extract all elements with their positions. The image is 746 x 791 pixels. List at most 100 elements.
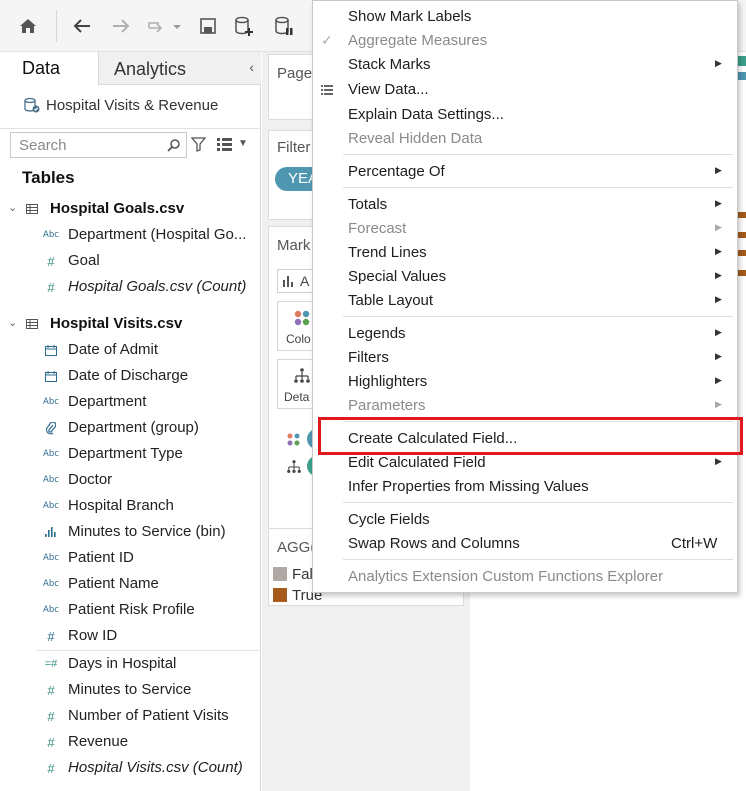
field-row[interactable]: Abc Patient ID: [0, 545, 261, 571]
legend-swatch[interactable]: [273, 567, 287, 581]
field-row[interactable]: Abc Department (Hospital Go...: [0, 222, 261, 248]
legend-label: Fal: [292, 566, 313, 583]
field-row[interactable]: Minutes to Service (bin): [0, 519, 261, 545]
menu-item-analytics-extension-explorer[interactable]: Analytics Extension Custom Functions Exp…: [313, 565, 737, 589]
field-row[interactable]: # Hospital Goals.csv (Count): [0, 274, 261, 300]
tab-analytics[interactable]: Analytics ‹: [98, 52, 261, 85]
mark-type-label: A: [300, 273, 310, 289]
string-type-icon: Abc: [43, 230, 59, 240]
menu-item-highlighters[interactable]: Highlighters ▶: [313, 370, 737, 394]
menu-item-table-layout[interactable]: Table Layout ▶: [313, 289, 737, 313]
menu-item-swap-rows-columns[interactable]: Swap Rows and Columns Ctrl+W: [313, 532, 737, 556]
field-name: Number of Patient Visits: [68, 707, 229, 724]
field-name: Date of Discharge: [68, 367, 189, 384]
expand-chevron-icon[interactable]: ⌄: [8, 201, 17, 214]
menu-item-trend-lines[interactable]: Trend Lines ▶: [313, 241, 737, 265]
field-row[interactable]: Abc Doctor: [0, 467, 261, 493]
datasource-item[interactable]: Hospital Visits & Revenue: [24, 94, 218, 116]
field-row[interactable]: =# Days in Hospital: [0, 651, 261, 677]
field-row[interactable]: # Hospital Visits.csv (Count): [0, 755, 261, 781]
menu-item-legends[interactable]: Legends ▶: [313, 322, 737, 346]
field-row[interactable]: Date of Admit: [0, 337, 261, 363]
home-icon[interactable]: [10, 8, 46, 44]
menu-item-aggregate-measures[interactable]: ✓ Aggregate Measures: [313, 29, 737, 53]
menu-item-cycle-fields[interactable]: Cycle Fields: [313, 508, 737, 532]
field-name: Row ID: [68, 627, 118, 644]
pages-shelf-title: Page: [277, 65, 313, 82]
new-datasource-icon[interactable]: [226, 8, 262, 44]
back-arrow-icon[interactable]: [64, 8, 100, 44]
menu-item-label: Percentage Of: [348, 163, 445, 180]
field-row[interactable]: # Revenue: [0, 729, 261, 755]
field-row[interactable]: # Number of Patient Visits: [0, 703, 261, 729]
field-row[interactable]: Department (group): [0, 415, 261, 441]
field-row[interactable]: # Minutes to Service: [0, 677, 261, 703]
field-name: Hospital Branch: [68, 497, 174, 514]
menu-item-forecast[interactable]: Forecast ▶: [313, 217, 737, 241]
table-hospital-visits[interactable]: ⌄ Hospital Visits.csv: [0, 311, 261, 337]
menu-item-explain-data-settings[interactable]: Explain Data Settings...: [313, 103, 737, 127]
field-row[interactable]: Abc Patient Name: [0, 571, 261, 597]
bar-chart-icon: [283, 276, 293, 287]
chevron-down-icon[interactable]: ▼: [238, 138, 248, 149]
table-name: Hospital Visits.csv: [50, 315, 183, 332]
menu-item-label: Forecast: [348, 220, 407, 237]
redo-icon[interactable]: [140, 8, 188, 44]
menu-item-label: Parameters: [348, 397, 426, 414]
menu-item-filters[interactable]: Filters ▶: [313, 346, 737, 370]
forward-arrow-icon[interactable]: [103, 8, 139, 44]
pane-tabs: Data Analytics ‹: [0, 52, 261, 85]
field-row[interactable]: Abc Patient Risk Profile: [0, 597, 261, 623]
filter-icon[interactable]: [191, 137, 206, 152]
string-type-icon: Abc: [43, 579, 59, 589]
calendar-icon: [40, 341, 62, 359]
field-row[interactable]: Date of Discharge: [0, 363, 261, 389]
legend-swatch[interactable]: [273, 588, 287, 602]
datasource-pause-icon[interactable]: [266, 8, 302, 44]
detail-hierarchy-icon: [287, 460, 301, 473]
menu-item-infer-properties[interactable]: Infer Properties from Missing Values: [313, 475, 737, 499]
submenu-arrow-icon: ▶: [715, 198, 722, 208]
menu-item-view-data[interactable]: View Data...: [313, 78, 737, 102]
menu-item-percentage-of[interactable]: Percentage Of ▶: [313, 160, 737, 184]
datasource-name: Hospital Visits & Revenue: [46, 96, 219, 114]
submenu-arrow-icon: ▶: [715, 58, 722, 68]
save-icon[interactable]: [190, 8, 226, 44]
field-row[interactable]: # Row ID: [0, 623, 261, 649]
color-button-label: Colo: [286, 332, 311, 346]
table-name: Hospital Goals.csv: [50, 200, 185, 217]
submenu-arrow-icon: ▶: [715, 270, 722, 280]
table-hospital-goals[interactable]: ⌄ Hospital Goals.csv: [0, 196, 261, 222]
field-row[interactable]: Abc Department: [0, 389, 261, 415]
menu-item-label: Analytics Extension Custom Functions Exp…: [348, 568, 664, 585]
menu-item-label: View Data...: [348, 81, 429, 98]
collapse-pane-icon[interactable]: ‹: [249, 59, 254, 75]
field-name: Patient ID: [68, 549, 134, 566]
menu-item-totals[interactable]: Totals ▶: [313, 193, 737, 217]
field-row[interactable]: # Goal: [0, 248, 261, 274]
search-input[interactable]: Search: [10, 132, 187, 158]
menu-item-stack-marks[interactable]: Stack Marks ▶: [313, 53, 737, 77]
field-name: Patient Name: [68, 575, 159, 592]
expand-chevron-icon[interactable]: ⌄: [8, 316, 17, 329]
submenu-arrow-icon: ▶: [715, 351, 722, 361]
string-type-icon: Abc: [43, 605, 59, 615]
menu-item-label: Table Layout: [348, 292, 434, 309]
submenu-arrow-icon: ▶: [715, 165, 722, 175]
table-icon: [26, 319, 38, 329]
view-list-icon[interactable]: [217, 138, 232, 151]
calculated-number-icon: =#: [44, 658, 58, 670]
view-data-icon: [321, 85, 333, 95]
menu-item-label: Edit Calculated Field: [348, 454, 486, 471]
menu-item-show-mark-labels[interactable]: Show Mark Labels: [313, 5, 737, 29]
field-row[interactable]: Abc Hospital Branch: [0, 493, 261, 519]
menu-item-reveal-hidden-data[interactable]: Reveal Hidden Data: [313, 127, 737, 151]
field-name: Goal: [68, 252, 100, 269]
color-palette-icon: [294, 310, 310, 326]
tab-data[interactable]: Data: [0, 52, 98, 85]
menu-item-label: Reveal Hidden Data: [348, 130, 483, 147]
field-row[interactable]: Abc Department Type: [0, 441, 261, 467]
menu-item-label: Cycle Fields: [348, 511, 430, 528]
menu-item-special-values[interactable]: Special Values ▶: [313, 265, 737, 289]
menu-item-parameters[interactable]: Parameters ▶: [313, 394, 737, 418]
